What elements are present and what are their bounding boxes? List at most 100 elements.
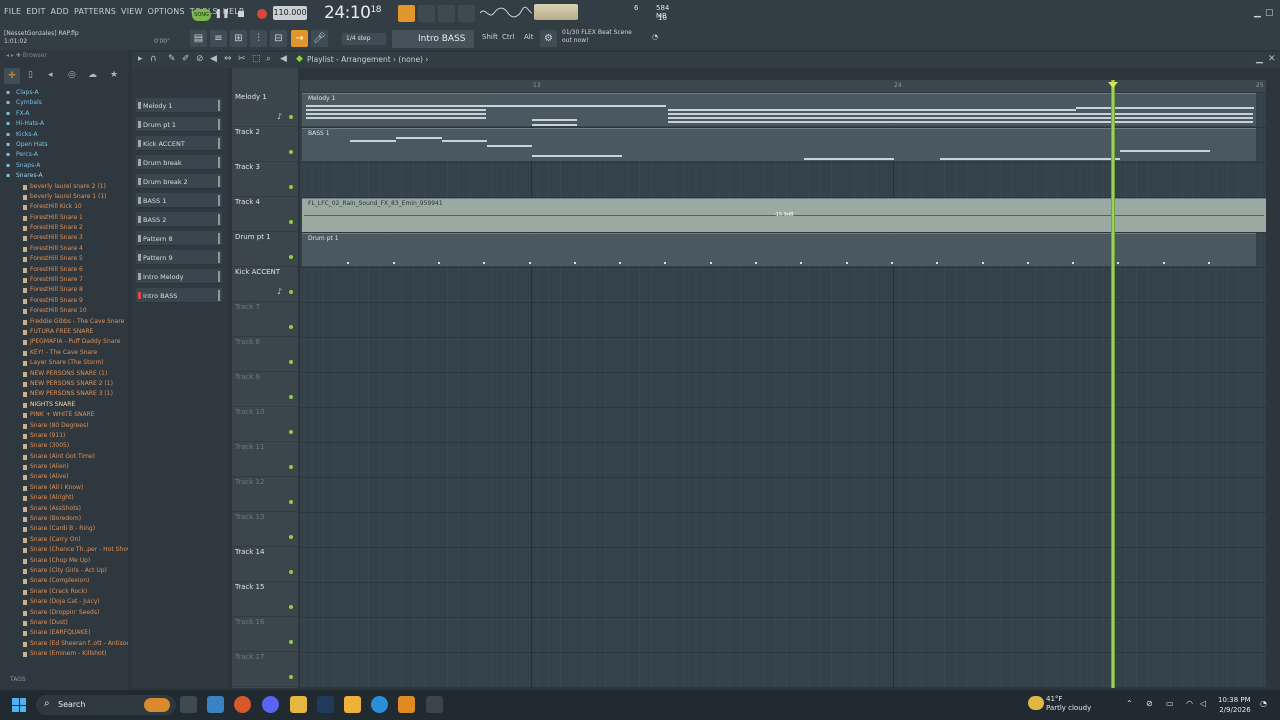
- news-panel[interactable]: 01/30 FLEX Beat Scene out now!: [562, 29, 632, 45]
- playlist-grid[interactable]: Melody 1 BASS 1 FL_LFC_02_Rain_Sound_FX_…: [300, 92, 1266, 688]
- browser-file[interactable]: ForestHill Snare 5: [0, 254, 128, 264]
- gear-icon[interactable]: ⚙: [540, 30, 557, 47]
- track-mute-led[interactable]: [289, 290, 293, 294]
- track-header[interactable]: Track 12: [232, 477, 298, 512]
- browser-file[interactable]: Snare (Carry On): [0, 535, 128, 545]
- picker-channel[interactable]: Melody 1: [136, 98, 222, 113]
- help-icon[interactable]: ◔: [652, 33, 658, 41]
- track-mute-led[interactable]: [289, 360, 293, 364]
- browser-star-icon[interactable]: ★: [110, 70, 118, 80]
- browser-file[interactable]: ForestHill Snare 3: [0, 233, 128, 243]
- browser-folder[interactable]: Snaps-A: [0, 161, 128, 171]
- browser-folder[interactable]: Snares-A: [0, 171, 128, 181]
- microphone-icon[interactable]: 🎤︎: [311, 30, 328, 47]
- track-header[interactable]: Track 17: [232, 652, 298, 687]
- browser-file[interactable]: Snare (Aint Got Time): [0, 452, 128, 462]
- browser-file[interactable]: JPEGMAFIA - Puff Daddy Snare: [0, 337, 128, 347]
- browser-file[interactable]: ForestHill Snare 9: [0, 296, 128, 306]
- pattern-song-icon[interactable]: [398, 5, 415, 22]
- browser-file[interactable]: Snare (Dust): [0, 618, 128, 628]
- playlist-vertical-scrollbar[interactable]: [1266, 92, 1274, 688]
- wait-icon[interactable]: [438, 5, 455, 22]
- track-mute-led[interactable]: [289, 185, 293, 189]
- playlist-menu-arrow-icon[interactable]: ▸: [138, 54, 143, 64]
- track-mute-led[interactable]: [289, 115, 293, 119]
- browser-file[interactable]: Snare (Boredom): [0, 514, 128, 524]
- mute-icon[interactable]: ◀: [210, 54, 217, 64]
- record-button[interactable]: [254, 6, 270, 22]
- piano-roll-icon[interactable]: ≡: [210, 30, 227, 47]
- menu-add[interactable]: ADD: [51, 7, 69, 16]
- zoom-icon[interactable]: ⌕: [266, 54, 271, 64]
- browser-file[interactable]: ForestHill Kick 10: [0, 202, 128, 212]
- volume-icon[interactable]: ◁: [1200, 699, 1206, 708]
- step-edit-icon[interactable]: →: [291, 30, 308, 47]
- browser-file[interactable]: NIGHTS SNARE: [0, 400, 128, 410]
- playback-icon[interactable]: ◀: [280, 54, 287, 64]
- menu-file[interactable]: FILE: [4, 7, 21, 16]
- task-view-icon[interactable]: [180, 696, 197, 713]
- track-header[interactable]: Track 8: [232, 337, 298, 372]
- select-icon[interactable]: ⬚: [252, 54, 261, 64]
- browser-file[interactable]: beverly laurel snare 2 (1): [0, 182, 128, 192]
- browser-file[interactable]: NEW PERSONS SNARE (1): [0, 369, 128, 379]
- track-header[interactable]: Drum pt 1: [232, 232, 298, 267]
- file-explorer-icon[interactable]: [290, 696, 307, 713]
- browser-file[interactable]: ForestHill Snare 1: [0, 213, 128, 223]
- picker-channel[interactable]: Pattern 9: [136, 250, 222, 265]
- picker-channel[interactable]: Drum pt 1: [136, 117, 222, 132]
- window-close-icon[interactable]: ✕: [1268, 54, 1276, 64]
- playhead[interactable]: [1111, 80, 1115, 688]
- browser-file[interactable]: Snare (Eminem - Killshot): [0, 649, 128, 659]
- browser-file[interactable]: Snare (Ed Sheeran f..ott - Antisocial): [0, 639, 128, 649]
- browser-file[interactable]: ForestHill Snare 8: [0, 285, 128, 295]
- maximize-icon[interactable]: ▢: [1265, 8, 1274, 18]
- browser-file[interactable]: NEW PERSONS SNARE 2 (1): [0, 379, 128, 389]
- browser-file[interactable]: ForestHill Snare 6: [0, 265, 128, 275]
- timeline-ruler[interactable]: 13 24 25: [300, 80, 1266, 92]
- wifi-icon[interactable]: ◠: [1186, 699, 1193, 708]
- browser-file[interactable]: Snare (911): [0, 431, 128, 441]
- track-header[interactable]: Track 11: [232, 442, 298, 477]
- delete-icon[interactable]: ⊘: [196, 54, 204, 64]
- taskbar-search[interactable]: ⌕ Search: [36, 695, 176, 715]
- plugin-icon[interactable]: ⊟: [270, 30, 287, 47]
- browser-file[interactable]: Snare (Crack Rock): [0, 587, 128, 597]
- track-header[interactable]: Track 10: [232, 407, 298, 442]
- browser-refresh-icon[interactable]: ◎: [68, 70, 76, 80]
- browser-file[interactable]: Snare (Chop Me Up): [0, 556, 128, 566]
- track-header[interactable]: Track 4: [232, 197, 298, 232]
- picker-channel[interactable]: Pattern 8: [136, 231, 222, 246]
- menu-options[interactable]: OPTIONS: [148, 7, 185, 16]
- channel-rack-icon[interactable]: ⊞: [230, 30, 247, 47]
- tags-bar[interactable]: TAGS: [2, 676, 126, 688]
- track-mute-led[interactable]: [289, 465, 293, 469]
- browser-file[interactable]: PINK + WHITE SNARE: [0, 410, 128, 420]
- browser-app-icon[interactable]: [234, 696, 251, 713]
- track-mute-led[interactable]: [289, 430, 293, 434]
- clip-source[interactable]: (none): [398, 55, 423, 64]
- browser-folder[interactable]: Kicks-A: [0, 130, 128, 140]
- app-icon[interactable]: [344, 696, 361, 713]
- browser-folder[interactable]: Cymbals: [0, 98, 128, 108]
- track-mute-led[interactable]: [289, 675, 293, 679]
- browser-file[interactable]: ForestHill Snare 4: [0, 244, 128, 254]
- picker-channel[interactable]: Drum break 2: [136, 174, 222, 189]
- browser-file[interactable]: ForestHill Snare 7: [0, 275, 128, 285]
- browser-all-icon[interactable]: ✛: [4, 68, 20, 84]
- pencil-icon[interactable]: ✎: [168, 54, 176, 64]
- mixer-icon[interactable]: ⫶: [250, 30, 267, 47]
- browser-files-icon[interactable]: ▯: [28, 70, 33, 80]
- track-mute-led[interactable]: [289, 220, 293, 224]
- browser-file[interactable]: Snare (3005): [0, 441, 128, 451]
- snap-select[interactable]: 1/4 step: [342, 33, 386, 45]
- slip-icon[interactable]: ⇔: [224, 54, 232, 64]
- browser-file[interactable]: Snare (Cardi B - Ring): [0, 524, 128, 534]
- countdown-icon[interactable]: [458, 5, 475, 22]
- stop-button[interactable]: [233, 6, 249, 22]
- browser-folder[interactable]: Open Hats: [0, 140, 128, 150]
- track-mute-led[interactable]: [289, 605, 293, 609]
- browser-back-icon[interactable]: ◂: [48, 70, 53, 80]
- track-mute-led[interactable]: [289, 570, 293, 574]
- browser-folder[interactable]: Hi-Hats-A: [0, 119, 128, 129]
